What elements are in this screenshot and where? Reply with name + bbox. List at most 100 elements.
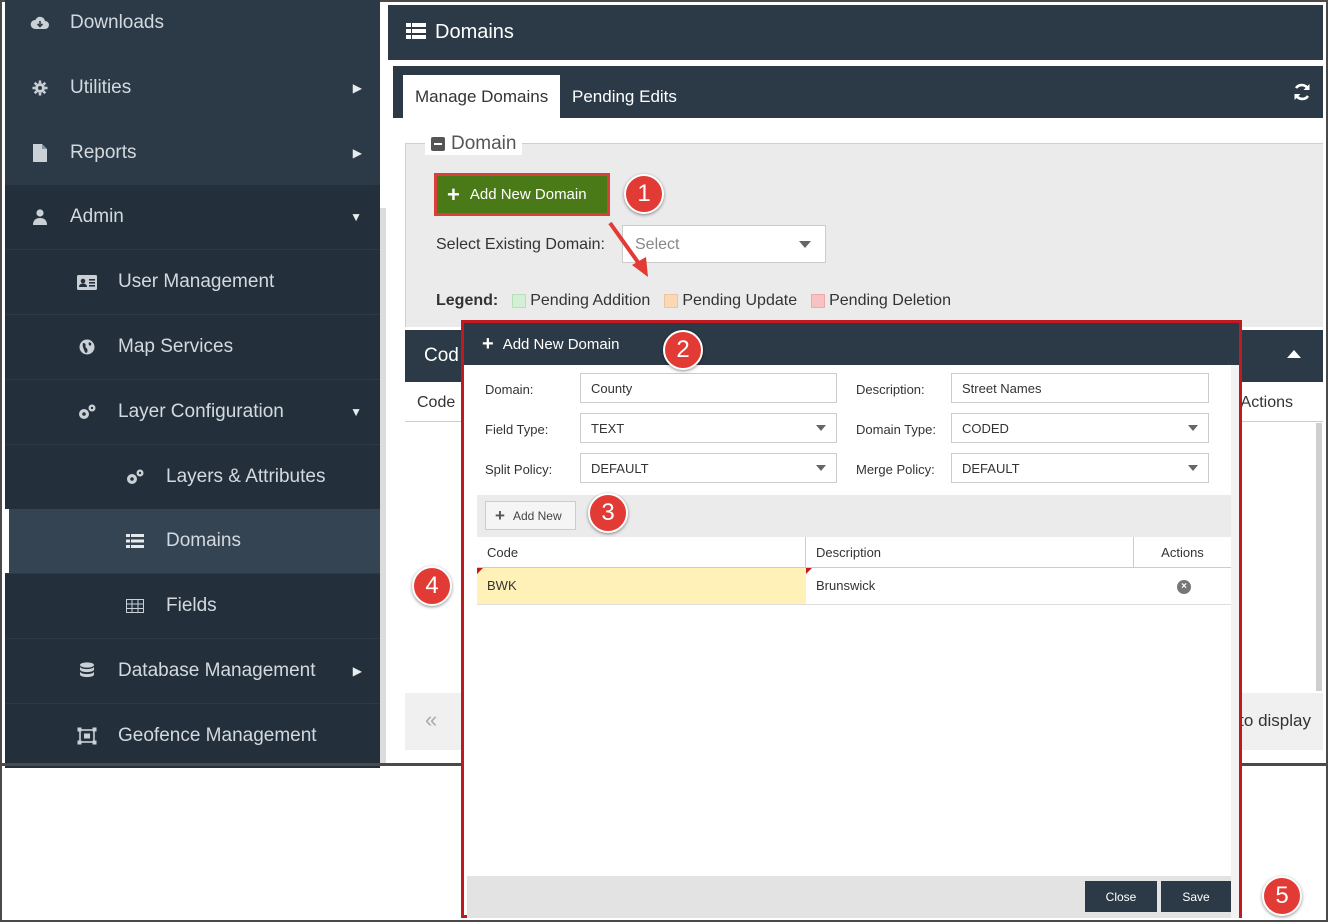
id-card-icon [76, 271, 98, 293]
column-header-description[interactable]: Description [806, 537, 1134, 568]
dialog-footer: Close Save [467, 876, 1231, 918]
sidebar-item-label: Domains [166, 530, 241, 551]
select-value: DEFAULT [962, 461, 1020, 476]
collapse-up-icon[interactable] [1287, 350, 1301, 358]
caret-down-icon [1188, 425, 1198, 431]
sidebar-item-label: Layer Configuration [118, 401, 284, 422]
page-header: Domains [388, 5, 1323, 60]
add-new-domain-button[interactable]: + Add New Domain [434, 173, 610, 216]
tab-pending-edits[interactable]: Pending Edits [560, 75, 689, 118]
sidebar-item-label: Geofence Management [118, 725, 317, 746]
fieldset-title: Domain [451, 133, 517, 154]
select-value: DEFAULT [591, 461, 649, 476]
sidebar-item-label: Map Services [118, 336, 234, 357]
split-policy-select[interactable]: DEFAULT [580, 453, 837, 483]
legend-swatch [512, 294, 527, 308]
merge-policy-select[interactable]: DEFAULT [951, 453, 1209, 483]
sidebar-item-map-services[interactable]: Map Services [5, 315, 380, 379]
select-existing-domain-label: Select Existing Domain: [436, 236, 605, 253]
sidebar-item-label: Layers & Attributes [166, 466, 326, 487]
page-title: Domains [435, 21, 514, 43]
sidebar-item-domains[interactable]: Domains [5, 509, 380, 573]
field-type-select[interactable]: TEXT [580, 413, 837, 443]
legend-label: Pending Addition [530, 292, 651, 309]
column-header-actions: Actions [1240, 394, 1293, 411]
domain-fieldset-legend[interactable]: Domain [425, 133, 523, 155]
first-page-icon[interactable]: « [425, 707, 437, 733]
sidebar-item-label: Downloads [70, 12, 164, 33]
plus-icon: + [482, 333, 494, 355]
cell-value: Brunswick [816, 578, 876, 593]
column-header-code[interactable]: Code [417, 394, 455, 412]
dialog-header: + Add New Domain [464, 323, 1239, 365]
merge-policy-label: Merge Policy: [856, 462, 935, 477]
table-row[interactable]: BWK Brunswick × [477, 568, 1231, 605]
pager-info: to display [1239, 711, 1311, 730]
callout-marker: 1 [624, 174, 664, 214]
sidebar-item-label: User Management [118, 271, 275, 292]
callout-marker: 3 [588, 493, 628, 533]
dialog-title: Add New Domain [502, 335, 620, 353]
chevron-down-icon: ▼ [350, 405, 362, 419]
callout-marker: 5 [1262, 876, 1302, 916]
code-cell[interactable]: BWK [477, 568, 806, 604]
sidebar-item-geofence-management[interactable]: Geofence Management [5, 704, 380, 768]
sidebar-item-label: Utilities [70, 77, 132, 98]
collapse-icon[interactable] [431, 137, 445, 151]
geofence-icon [76, 725, 98, 747]
user-icon [29, 206, 51, 228]
tab-manage-domains[interactable]: Manage Domains [403, 75, 561, 118]
cell-value: BWK [487, 578, 517, 593]
globe-icon [76, 336, 98, 358]
list-icon [124, 530, 146, 552]
grid-scrollbar[interactable] [1316, 423, 1322, 691]
domain-input[interactable]: County [580, 373, 837, 403]
delete-row-icon[interactable]: × [1177, 580, 1191, 594]
domain-type-label: Domain Type: [856, 422, 936, 437]
sidebar-item-user-management[interactable]: User Management [5, 250, 380, 314]
domain-label: Domain: [485, 382, 534, 397]
sidebar-item-downloads[interactable]: Downloads [5, 0, 380, 55]
select-value: TEXT [591, 421, 625, 436]
column-header-actions: Actions [1161, 545, 1204, 560]
legend-label: Pending Deletion [829, 292, 951, 309]
plus-icon: + [447, 181, 460, 207]
legend-item-pending-addition: Pending Addition [512, 292, 650, 310]
column-header-code[interactable]: Code [477, 537, 806, 568]
cloud-download-icon [29, 12, 51, 34]
add-new-code-button[interactable]: + Add New [485, 501, 576, 530]
legend-item-pending-update: Pending Update [664, 292, 797, 310]
list-icon [406, 23, 426, 44]
caret-down-icon [816, 425, 826, 431]
gears-icon [124, 466, 146, 488]
domain-type-select[interactable]: CODED [951, 413, 1209, 443]
sidebar-item-layer-configuration[interactable]: Layer Configuration ▼ [5, 380, 380, 444]
close-button[interactable]: Close [1085, 881, 1157, 912]
gear-icon [29, 77, 51, 99]
description-cell[interactable]: Brunswick [806, 568, 1134, 604]
chevron-right-icon: ▶ [352, 81, 362, 95]
description-input[interactable]: Street Names [951, 373, 1209, 403]
sidebar-item-admin[interactable]: Admin ▼ [5, 185, 380, 249]
sidebar-item-label: Fields [166, 595, 217, 616]
legend-title: Legend: [436, 292, 499, 309]
sidebar-scrollbar[interactable] [380, 208, 386, 764]
plus-icon: + [495, 506, 505, 525]
dialog-body: Domain: County Description: Street Names… [467, 365, 1231, 879]
sidebar-item-reports[interactable]: Reports ▶ [5, 121, 380, 185]
dialog-scrollbar[interactable] [1231, 365, 1239, 918]
file-icon [29, 142, 51, 164]
sidebar-item-database-management[interactable]: Database Management ▶ [5, 639, 380, 703]
legend-swatch [664, 294, 679, 308]
save-button[interactable]: Save [1161, 881, 1231, 912]
sidebar-item-label: Admin [70, 206, 124, 227]
gears-icon [76, 401, 98, 423]
add-new-domain-dialog: + Add New Domain Domain: County Descript… [461, 320, 1242, 918]
grid-title: Cod [424, 345, 459, 366]
legend-swatch [811, 294, 826, 308]
sidebar-item-utilities[interactable]: Utilities ▶ [5, 56, 380, 120]
sidebar-item-fields[interactable]: Fields [5, 574, 380, 638]
refresh-icon[interactable] [1293, 83, 1311, 107]
sidebar-item-layers-attributes[interactable]: Layers & Attributes [5, 445, 380, 509]
tab-bar: Manage Domains Pending Edits [393, 66, 1323, 118]
